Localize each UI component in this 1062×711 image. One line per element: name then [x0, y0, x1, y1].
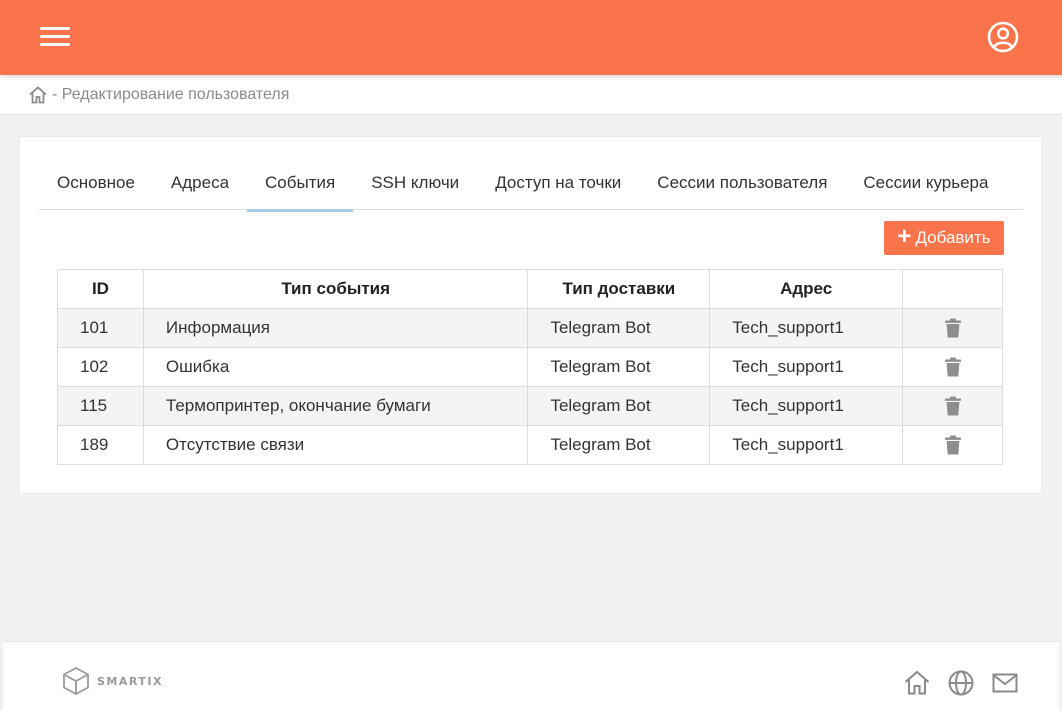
- logo-wordmark: SMARTIX: [97, 674, 163, 688]
- cell-event-type: Информация: [142, 308, 529, 348]
- events-table: ID Тип события Тип доставки Адрес 101 Ин…: [57, 269, 1003, 465]
- hamburger-menu-icon[interactable]: [38, 22, 74, 50]
- cell-actions: [902, 347, 1003, 387]
- trash-icon[interactable]: [944, 396, 962, 416]
- column-header-address: Адрес: [709, 269, 904, 309]
- table-row: 102 Ошибка Telegram Bot Tech_support1: [57, 347, 1003, 387]
- user-edit-card: Основное Адреса События SSH ключи Доступ…: [19, 136, 1042, 494]
- tab-events[interactable]: События: [247, 159, 354, 212]
- home-icon[interactable]: [903, 669, 931, 697]
- cell-id: 101: [57, 308, 144, 348]
- user-circle-icon[interactable]: [986, 20, 1020, 54]
- top-bar: [0, 0, 1062, 75]
- table-header-row: ID Тип события Тип доставки Адрес: [57, 269, 1003, 309]
- cell-event-type: Термопринтер, окончание бумаги: [142, 386, 529, 426]
- smartix-logo: SMARTIX: [61, 666, 163, 696]
- trash-icon[interactable]: [944, 318, 962, 338]
- cube-logo-icon: [63, 666, 89, 696]
- breadcrumb: - Редактирование пользователя: [28, 85, 289, 105]
- cell-delivery-type: Telegram Bot: [527, 347, 711, 387]
- cell-actions: [902, 425, 1003, 465]
- cell-delivery-type: Telegram Bot: [527, 308, 711, 348]
- cell-actions: [902, 308, 1003, 348]
- column-header-id: ID: [57, 269, 144, 309]
- cell-event-type: Ошибка: [142, 347, 529, 387]
- table-row: 101 Информация Telegram Bot Tech_support…: [57, 308, 1003, 348]
- tab-user-sessions[interactable]: Сессии пользователя: [639, 159, 845, 210]
- tab-addresses[interactable]: Адреса: [153, 159, 247, 210]
- cell-address: Tech_support1: [709, 386, 904, 426]
- cell-delivery-type: Telegram Bot: [527, 425, 711, 465]
- cell-id: 189: [57, 425, 144, 465]
- cell-id: 115: [57, 386, 144, 426]
- home-icon[interactable]: [28, 85, 48, 105]
- tab-ssh-keys[interactable]: SSH ключи: [353, 159, 477, 210]
- table-row: 115 Термопринтер, окончание бумаги Teleg…: [57, 386, 1003, 426]
- add-event-button[interactable]: + Добавить: [884, 221, 1004, 255]
- cell-id: 102: [57, 347, 144, 387]
- breadcrumb-bar: - Редактирование пользователя: [0, 75, 1062, 115]
- cell-event-type: Отсутствие связи: [142, 425, 529, 465]
- tab-bar: Основное Адреса События SSH ключи Доступ…: [39, 159, 1023, 212]
- tab-main[interactable]: Основное: [39, 159, 153, 210]
- cell-address: Tech_support1: [709, 308, 904, 348]
- tab-point-access[interactable]: Доступ на точки: [477, 159, 639, 210]
- tab-courier-sessions[interactable]: Сессии курьера: [845, 159, 1006, 210]
- breadcrumb-text: - Редактирование пользователя: [52, 86, 290, 103]
- cell-delivery-type: Telegram Bot: [527, 386, 711, 426]
- column-header-actions: [902, 269, 1003, 309]
- table-row: 189 Отсутствие связи Telegram Bot Tech_s…: [57, 425, 1003, 465]
- add-button-label: Добавить: [915, 228, 991, 247]
- cell-address: Tech_support1: [709, 425, 904, 465]
- column-header-delivery-type: Тип доставки: [527, 269, 711, 309]
- mail-icon[interactable]: [991, 669, 1019, 697]
- cell-actions: [902, 386, 1003, 426]
- footer: SMARTIX: [3, 641, 1059, 711]
- trash-icon[interactable]: [944, 357, 962, 377]
- globe-icon[interactable]: [947, 669, 975, 697]
- column-header-event-type: Тип события: [142, 269, 529, 309]
- trash-icon[interactable]: [944, 435, 962, 455]
- plus-icon: +: [897, 222, 912, 250]
- cell-address: Tech_support1: [709, 347, 904, 387]
